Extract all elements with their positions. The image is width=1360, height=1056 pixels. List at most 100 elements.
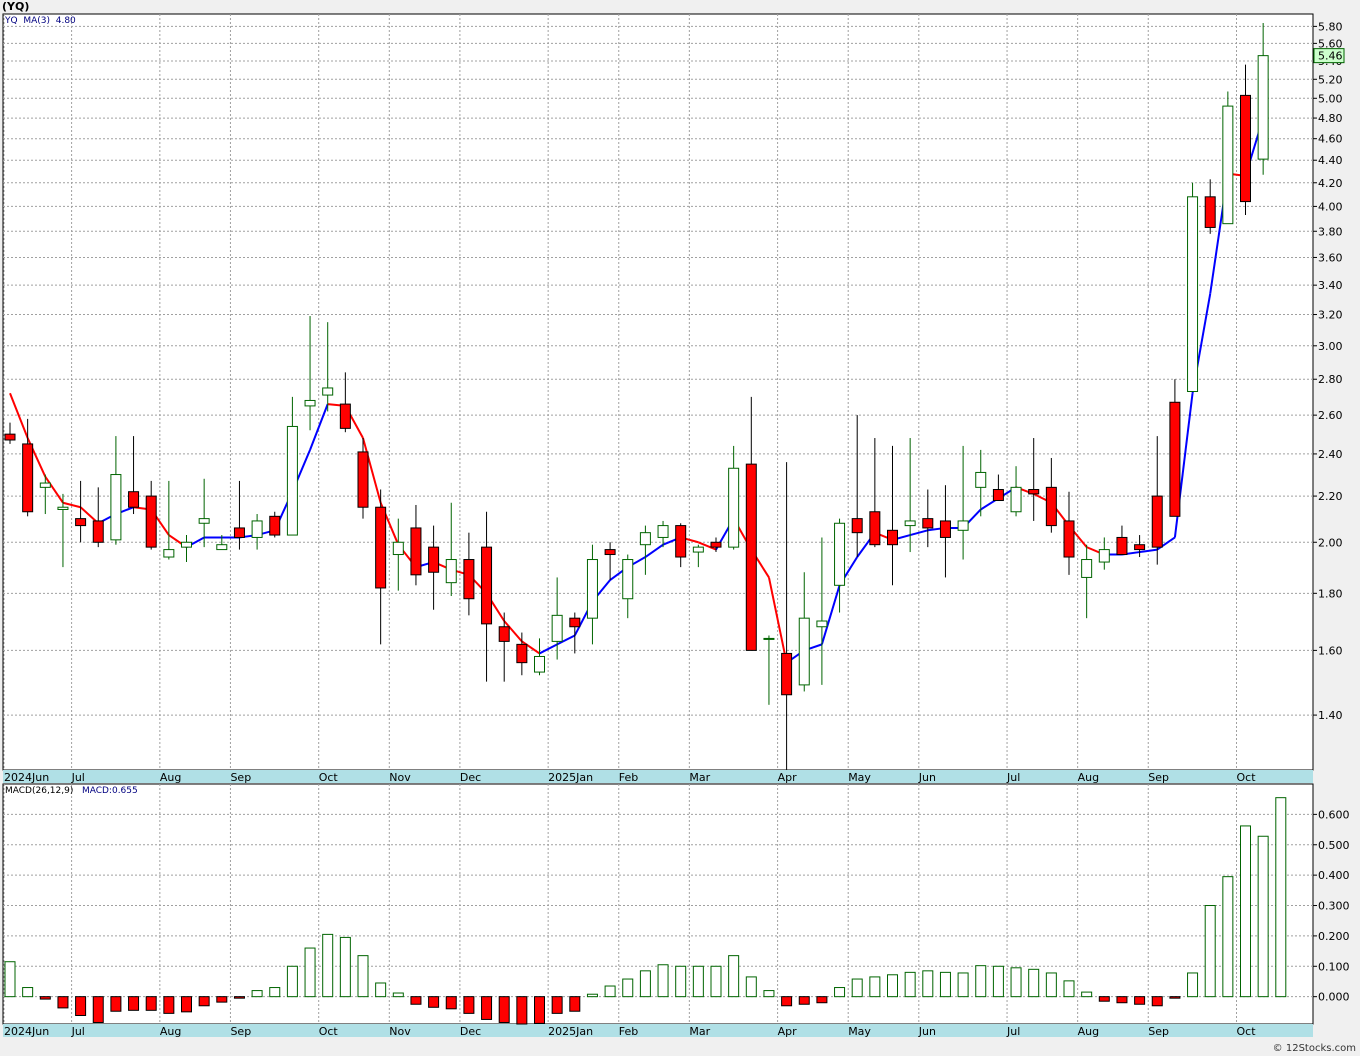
candle-body — [1098, 549, 1110, 563]
macd-bar — [251, 990, 263, 998]
macd-bar — [428, 996, 440, 1008]
macd-bar — [198, 996, 210, 1007]
candle-body — [92, 520, 104, 543]
candle-body — [198, 518, 210, 524]
watermark: © 12Stocks.com — [1272, 1043, 1356, 1054]
macd-bar — [1204, 905, 1216, 998]
macd-bar — [4, 961, 16, 998]
price-tick-label: 4.80 — [1318, 112, 1343, 125]
candle-body — [216, 544, 228, 551]
macd-bar — [110, 996, 122, 1012]
macd-date-label: Oct — [1237, 1025, 1257, 1038]
macd-date-label: May — [848, 1025, 871, 1038]
macd-bar — [551, 996, 563, 1014]
candle-body — [586, 559, 598, 619]
macd-tick-label: 0.500 — [1318, 839, 1350, 852]
candle-body — [163, 549, 175, 558]
stock-chart: 1.40 1.60 1.80 2.00 2.20 2.40 2.60 2.80 3.00 3.20… — [0, 0, 1360, 1056]
candle-body — [304, 399, 316, 407]
candle-body — [1028, 489, 1040, 495]
price-date-label: Sep — [230, 771, 251, 784]
macd-bar — [286, 965, 298, 998]
macd-date-label: 2025Jan — [548, 1025, 593, 1038]
macd-date-label: Apr — [778, 1025, 798, 1038]
macd-bar — [145, 996, 157, 1011]
candle-body — [939, 520, 951, 538]
price-date-label: Jun — [918, 771, 936, 784]
candle-body — [1134, 544, 1146, 551]
macd-bar — [445, 996, 457, 1010]
macd-bar — [904, 971, 916, 998]
macd-bar — [57, 996, 69, 1009]
candle-body — [975, 471, 987, 488]
macd-date-label: Oct — [319, 1025, 339, 1038]
macd-bar — [339, 936, 351, 998]
candle-body — [1187, 196, 1199, 392]
macd-bar — [816, 996, 828, 1004]
candle-body — [710, 541, 722, 548]
macd-date-label: Jun — [918, 1025, 936, 1038]
macd-bar — [1222, 876, 1234, 998]
candle-body — [1257, 55, 1269, 160]
macd-bar — [798, 996, 810, 1005]
price-date-label: Dec — [460, 771, 481, 784]
last-price-label: 5.46 — [1318, 50, 1343, 63]
macd-date-label: Jul — [71, 1025, 85, 1038]
macd-date-label: Nov — [389, 1025, 411, 1038]
macd-tick-label: 0.100 — [1318, 960, 1350, 973]
macd-bar — [939, 971, 951, 998]
macd-bar — [975, 965, 987, 998]
macd-bar — [869, 976, 881, 998]
macd-bar — [1169, 996, 1181, 999]
macd-bar — [1081, 991, 1093, 998]
candle-body — [110, 474, 122, 541]
candle-body — [957, 520, 969, 531]
price-date-label: Nov — [389, 771, 411, 784]
macd-bar — [481, 996, 493, 1020]
macd-bar — [39, 996, 51, 1000]
macd-bar — [639, 970, 651, 998]
macd-bar — [745, 976, 757, 998]
candle-body — [745, 463, 757, 651]
candle-body — [1169, 401, 1181, 517]
candle-body — [834, 522, 846, 586]
candle-body — [1116, 536, 1128, 556]
price-tick-label: 4.00 — [1318, 200, 1343, 213]
price-date-label: Oct — [319, 771, 339, 784]
price-date-label: May — [848, 771, 871, 784]
macd-bar — [1063, 980, 1075, 998]
macd-date-label: Sep — [230, 1025, 251, 1038]
macd-bar — [375, 982, 387, 998]
macd-bar — [463, 996, 475, 1014]
candle-body — [128, 491, 140, 508]
candle-body — [357, 451, 369, 508]
candle-body — [728, 467, 740, 548]
macd-bar — [657, 964, 669, 998]
candle-body — [39, 482, 51, 488]
candle-body — [657, 525, 669, 538]
price-tick-label: 3.40 — [1318, 279, 1343, 292]
price-date-label: Sep — [1148, 771, 1169, 784]
candle-body — [481, 546, 493, 625]
price-tick-label: 4.20 — [1318, 177, 1343, 190]
macd-bar — [357, 955, 369, 998]
macd-bar — [92, 996, 104, 1023]
price-tick-label: 4.60 — [1318, 133, 1343, 146]
macd-bar — [498, 996, 510, 1023]
candle-body — [869, 511, 881, 546]
macd-bar — [22, 987, 34, 998]
price-date-label: Aug — [1078, 771, 1099, 784]
price-panel — [2, 13, 1314, 771]
candle-body — [604, 549, 616, 556]
up-candle — [1187, 182, 1199, 392]
macd-bar — [781, 996, 793, 1007]
macd-bar — [569, 996, 581, 1012]
candle-body — [992, 489, 1004, 502]
price-tick-label: 3.80 — [1318, 225, 1343, 238]
macd-legend-label: MACD(26,12,9) — [5, 786, 74, 796]
macd-date-label: Sep — [1148, 1025, 1169, 1038]
macd-bar — [692, 965, 704, 998]
macd-bar — [851, 978, 863, 998]
candle-body — [269, 515, 281, 536]
macd-legend: MACD(26,12,9) MACD:0.655 — [5, 786, 138, 796]
